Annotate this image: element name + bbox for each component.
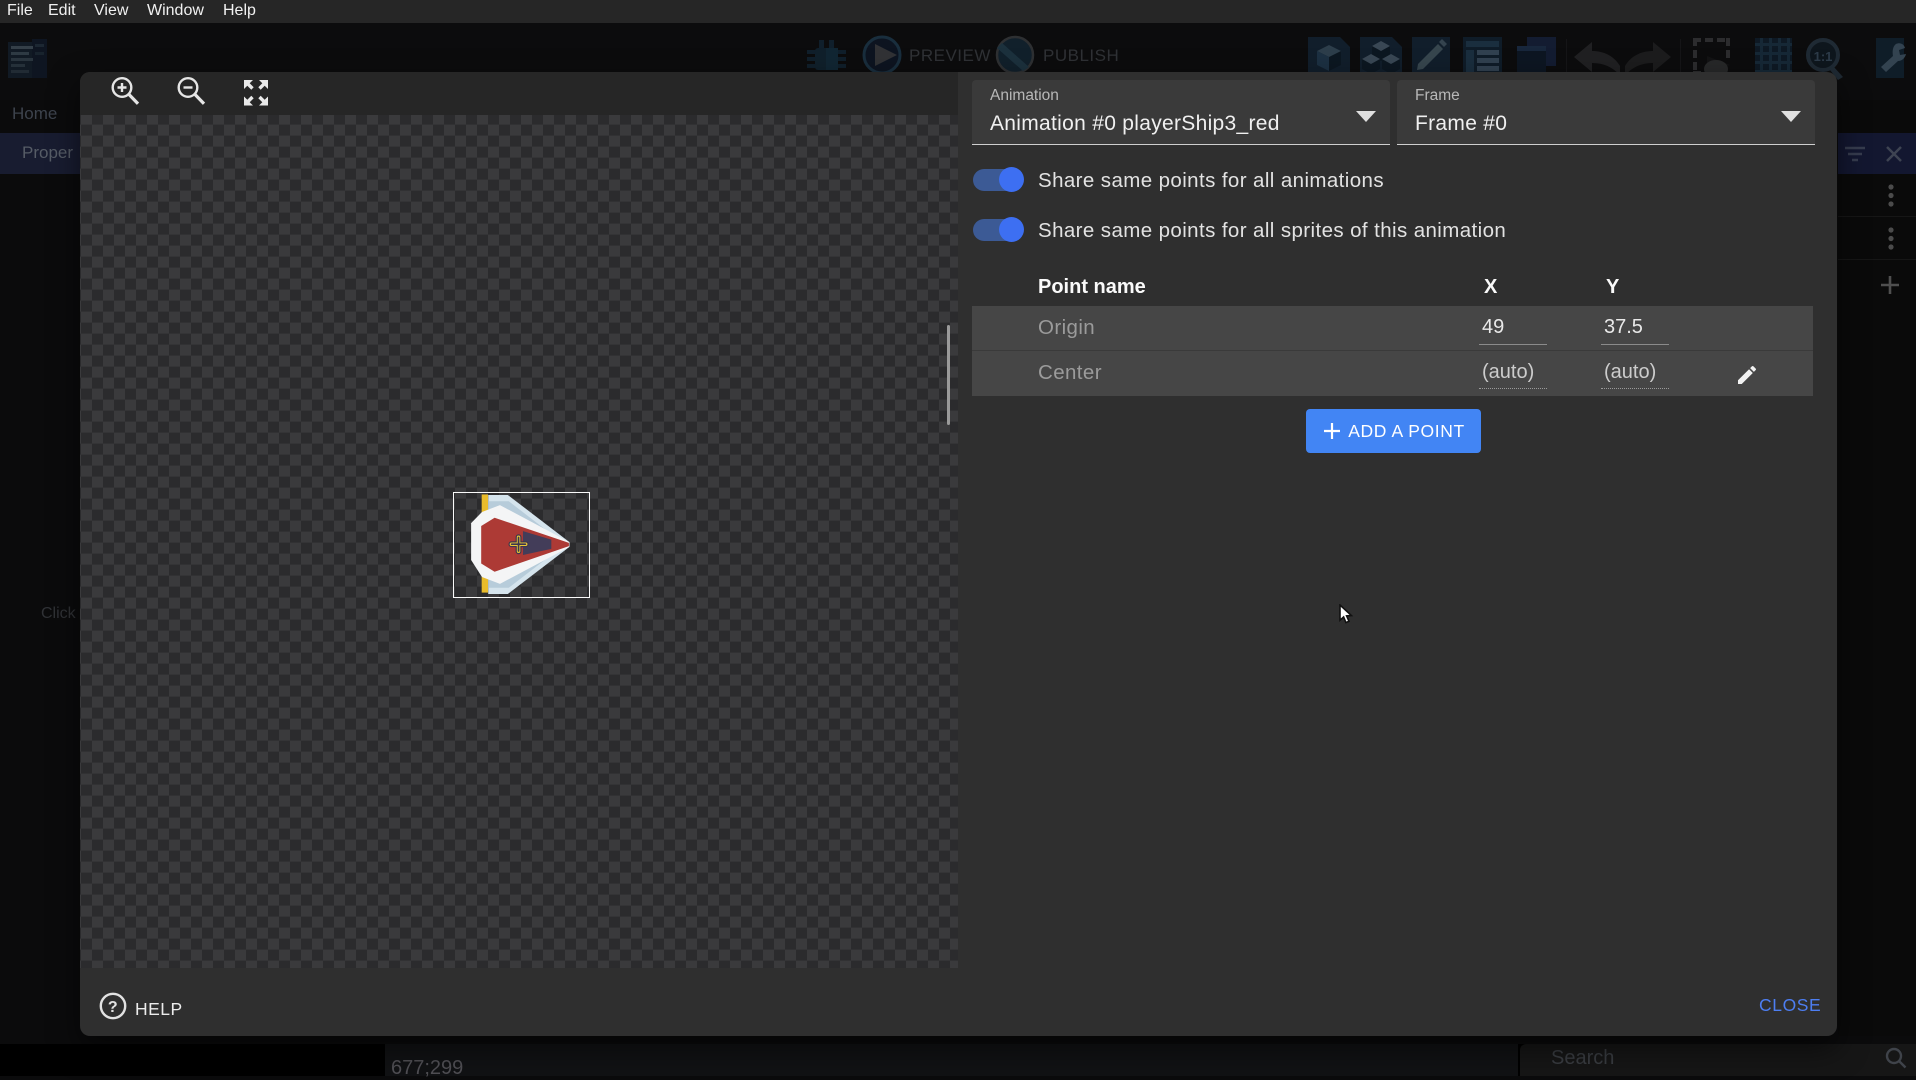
svg-text:1:1: 1:1 — [1814, 49, 1833, 64]
svg-text:?: ? — [108, 999, 118, 1016]
svg-text:PUBLISH: PUBLISH — [1043, 46, 1119, 65]
svg-text:PREVIEW: PREVIEW — [909, 46, 991, 65]
